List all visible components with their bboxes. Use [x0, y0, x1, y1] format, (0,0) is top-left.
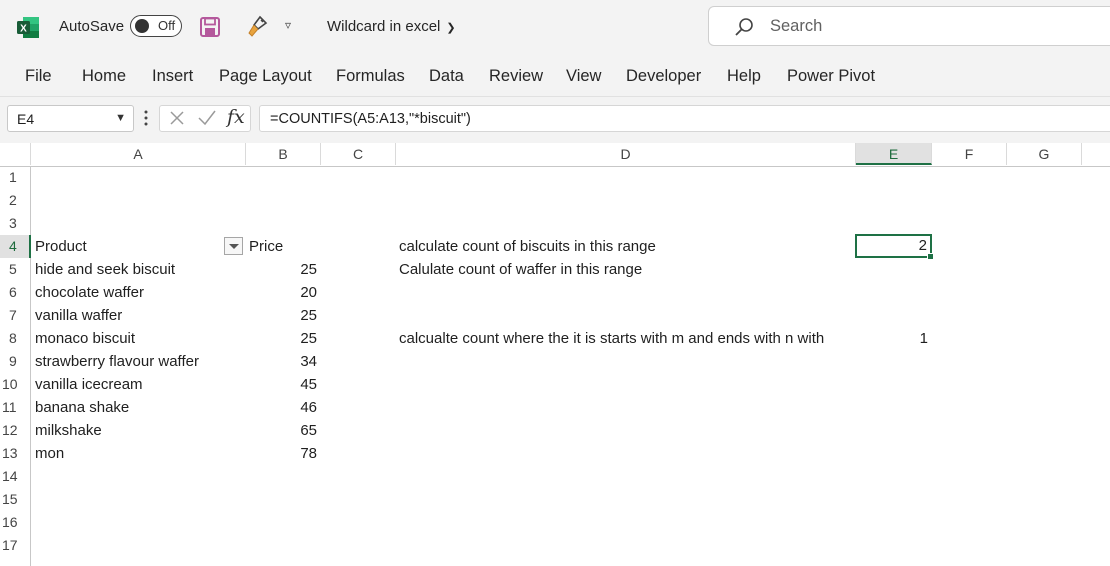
cell-a11[interactable]: banana shake	[35, 396, 129, 419]
formula-bar: E4 ▼ fx =COUNTIFS(A5:A13,"*biscuit")	[0, 97, 1110, 143]
formula-text: =COUNTIFS(A5:A13,"*biscuit")	[270, 111, 471, 127]
filter-arrow-icon	[229, 244, 239, 249]
search-box[interactable]: Search	[708, 6, 1110, 46]
tab-home[interactable]: Home	[82, 67, 126, 86]
row-header[interactable]: 8	[0, 327, 30, 350]
active-cell-e4[interactable]: 2	[855, 234, 934, 260]
search-icon	[735, 18, 753, 36]
cell-d5[interactable]: Calulate count of waffer in this range	[399, 258, 642, 281]
select-all-corner[interactable]	[0, 143, 31, 165]
cell-b11[interactable]: 46	[246, 396, 317, 419]
row-header[interactable]: 9	[0, 350, 30, 373]
cell-b7[interactable]: 25	[246, 304, 317, 327]
tab-page-layout[interactable]: Page Layout	[219, 67, 312, 86]
autosave-label: AutoSave	[59, 18, 125, 35]
row-header[interactable]: 17	[0, 534, 30, 557]
cell-a12[interactable]: milkshake	[35, 419, 102, 442]
tab-help[interactable]: Help	[727, 67, 761, 86]
tab-developer[interactable]: Developer	[626, 67, 701, 86]
cell-b12[interactable]: 65	[246, 419, 317, 442]
cell-a5[interactable]: hide and seek biscuit	[35, 258, 175, 281]
cell-d8[interactable]: calcualte count where the it is starts w…	[399, 327, 824, 350]
row-header[interactable]: 16	[0, 511, 30, 534]
column-header-f[interactable]: F	[932, 143, 1007, 165]
cell-a10[interactable]: vanilla icecream	[35, 373, 143, 396]
more-options-icon[interactable]	[144, 108, 148, 128]
tab-view[interactable]: View	[566, 67, 601, 86]
autosave-state: Off	[158, 18, 176, 33]
svg-text:X: X	[20, 24, 27, 35]
save-icon[interactable]	[199, 16, 221, 38]
format-painter-icon[interactable]	[246, 15, 268, 39]
cell-a13[interactable]: mon	[35, 442, 64, 465]
row-header[interactable]: 2	[0, 189, 30, 212]
column-header-g[interactable]: G	[1007, 143, 1082, 165]
name-box-value: E4	[17, 111, 35, 127]
cell-b8[interactable]: 25	[246, 327, 317, 350]
column-header-b[interactable]: B	[246, 143, 321, 165]
row-header-selected[interactable]: 4	[0, 235, 31, 258]
row-header[interactable]: 5	[0, 258, 30, 281]
row-header[interactable]: 15	[0, 488, 30, 511]
ribbon-tabs: File Home Insert Page Layout Formulas Da…	[0, 56, 1110, 97]
cell-a4[interactable]: Product	[35, 235, 87, 258]
cell-b9[interactable]: 34	[246, 350, 317, 373]
formula-controls: fx	[159, 105, 251, 132]
row-header[interactable]: 11	[0, 396, 30, 419]
chevron-down-icon: ❯	[446, 22, 456, 34]
filter-dropdown-button[interactable]	[224, 237, 243, 255]
cell-e8[interactable]: 1	[856, 327, 928, 350]
customize-qat-icon[interactable]: ▿	[285, 18, 291, 32]
chevron-down-icon[interactable]: ▼	[115, 112, 126, 124]
excel-logo-icon[interactable]: X	[17, 17, 39, 38]
row-header-label: 4	[9, 238, 17, 254]
tab-review[interactable]: Review	[489, 67, 543, 86]
row-header[interactable]: 7	[0, 304, 30, 327]
column-header-e[interactable]: E	[856, 143, 932, 165]
tab-insert[interactable]: Insert	[152, 67, 193, 86]
fill-handle[interactable]	[927, 253, 934, 260]
insert-function-icon[interactable]: fx	[227, 106, 245, 128]
row-header[interactable]: 3	[0, 212, 30, 235]
formula-input[interactable]: =COUNTIFS(A5:A13,"*biscuit")	[259, 105, 1110, 132]
row-header[interactable]: 6	[0, 281, 30, 304]
cell-b5[interactable]: 25	[246, 258, 317, 281]
cancel-icon[interactable]	[168, 109, 186, 127]
document-title[interactable]: Wildcard in excel ❯	[327, 18, 456, 35]
cell-b10[interactable]: 45	[246, 373, 317, 396]
column-header-c[interactable]: C	[321, 143, 396, 165]
tab-formulas[interactable]: Formulas	[336, 67, 405, 86]
cell-a6[interactable]: chocolate waffer	[35, 281, 144, 304]
tab-power-pivot[interactable]: Power Pivot	[787, 67, 875, 86]
cell-a8[interactable]: monaco biscuit	[35, 327, 135, 350]
cell-d4[interactable]: calculate count of biscuits in this rang…	[399, 235, 656, 258]
search-placeholder: Search	[770, 17, 823, 35]
column-headers: A B C D E F G	[0, 143, 1110, 167]
cell-b6[interactable]: 20	[246, 281, 317, 304]
title-bar: X AutoSave Off ▿ Wildcard in excel ❯ Sear…	[0, 0, 1110, 56]
cell-a9[interactable]: strawberry flavour waffer	[35, 350, 199, 373]
tab-file[interactable]: File	[25, 67, 52, 86]
column-header-a[interactable]: A	[31, 143, 246, 165]
cell-b13[interactable]: 78	[246, 442, 317, 465]
document-title-text: Wildcard in excel	[327, 18, 441, 35]
row-header[interactable]: 1	[0, 166, 30, 189]
cell-a7[interactable]: vanilla waffer	[35, 304, 122, 327]
name-box[interactable]: E4 ▼	[7, 105, 134, 132]
autosave-toggle[interactable]: Off	[130, 15, 182, 37]
row-header[interactable]: 10	[0, 373, 30, 396]
column-header-d[interactable]: D	[396, 143, 856, 165]
row-headers: 1 2 3 4 5 6 7 8 9 10 11 12 13 14 15 16 1…	[0, 166, 31, 566]
tab-data[interactable]: Data	[429, 67, 464, 86]
cell-b4[interactable]: Price	[249, 235, 283, 258]
cell-e4: 2	[918, 237, 927, 254]
enter-check-icon[interactable]	[197, 109, 217, 127]
toggle-knob	[135, 19, 149, 33]
worksheet-grid[interactable]: Product Price calculate count of biscuit…	[31, 166, 1110, 566]
row-header[interactable]: 12	[0, 419, 30, 442]
row-header[interactable]: 14	[0, 465, 30, 488]
row-header[interactable]: 13	[0, 442, 30, 465]
